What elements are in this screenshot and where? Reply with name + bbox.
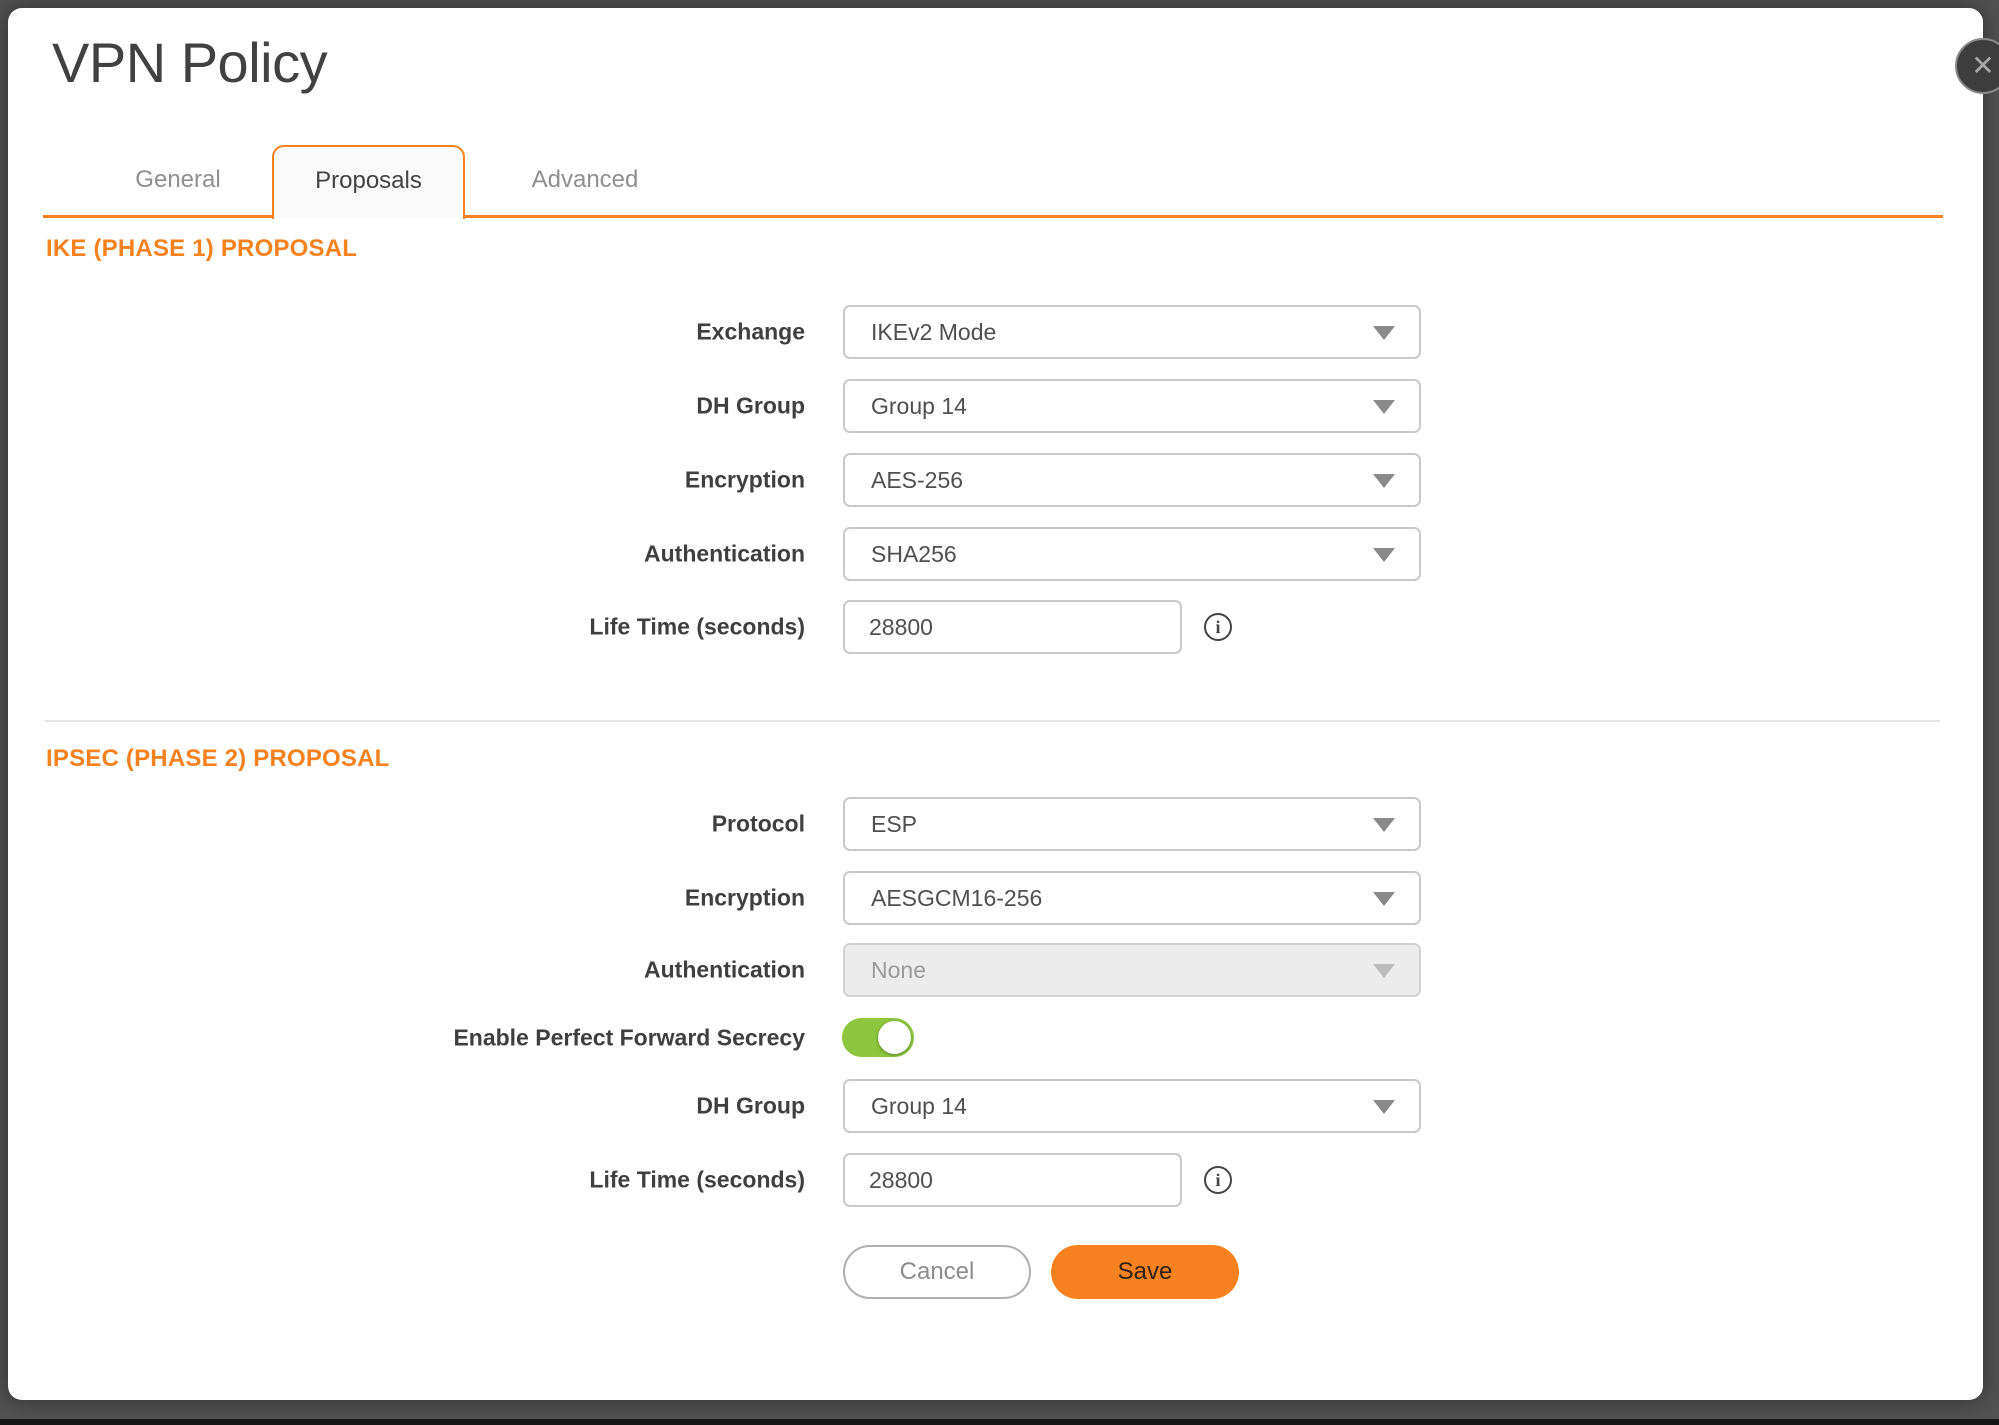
ipsec-life-time-row: Life Time (seconds) i [8, 1153, 1983, 1207]
ike-dh-group-select[interactable]: Group 14 [843, 379, 1421, 433]
ike-authentication-label: Authentication [644, 541, 805, 568]
pfs-row: Enable Perfect Forward Secrecy [8, 1016, 1983, 1059]
info-icon-glyph: i [1215, 617, 1220, 638]
ipsec-authentication-label: Authentication [644, 957, 805, 984]
exchange-row: Exchange IKEv2 Mode [8, 305, 1983, 359]
ike-authentication-value: SHA256 [871, 541, 957, 568]
dropdown-arrow-icon [1373, 474, 1395, 488]
dropdown-arrow-icon [1373, 964, 1395, 978]
cancel-button[interactable]: Cancel [843, 1245, 1031, 1299]
ike-encryption-select[interactable]: AES-256 [843, 453, 1421, 507]
exchange-label: Exchange [696, 319, 805, 346]
ipsec-life-time-label: Life Time (seconds) [589, 1167, 805, 1194]
ipsec-dh-group-label: DH Group [696, 1093, 805, 1120]
info-icon-glyph: i [1215, 1170, 1220, 1191]
backdrop-bottom-strip [0, 1419, 1999, 1425]
ipsec-encryption-value: AESGCM16-256 [871, 885, 1042, 912]
ike-life-time-label: Life Time (seconds) [589, 614, 805, 641]
close-button[interactable]: ✕ [1955, 38, 1999, 94]
dropdown-arrow-icon [1373, 818, 1395, 832]
info-icon[interactable]: i [1204, 613, 1232, 641]
protocol-select[interactable]: ESP [843, 797, 1421, 851]
ipsec-authentication-row: Authentication None [8, 943, 1983, 997]
ike-section-heading: IKE (PHASE 1) PROPOSAL [46, 235, 357, 263]
ipsec-authentication-select-disabled: None [843, 943, 1421, 997]
dropdown-arrow-icon [1373, 400, 1395, 414]
ike-dh-group-label: DH Group [696, 393, 805, 420]
dropdown-arrow-icon [1373, 1100, 1395, 1114]
ike-life-time-input[interactable] [843, 600, 1182, 654]
ipsec-dh-group-row: DH Group Group 14 [8, 1079, 1983, 1133]
ipsec-authentication-value: None [871, 957, 926, 984]
ike-dh-group-value: Group 14 [871, 393, 967, 420]
ipsec-encryption-select[interactable]: AESGCM16-256 [843, 871, 1421, 925]
dropdown-arrow-icon [1373, 548, 1395, 562]
dropdown-arrow-icon [1373, 326, 1395, 340]
ipsec-section-heading: IPSEC (PHASE 2) PROPOSAL [46, 745, 390, 773]
tab-advanced[interactable]: Advanced [485, 145, 685, 215]
ike-authentication-select[interactable]: SHA256 [843, 527, 1421, 581]
ike-encryption-label: Encryption [685, 467, 805, 494]
close-icon: ✕ [1971, 52, 1994, 80]
ipsec-encryption-label: Encryption [685, 885, 805, 912]
ipsec-dh-group-value: Group 14 [871, 1093, 967, 1120]
section-divider [45, 720, 1940, 722]
ike-dh-group-row: DH Group Group 14 [8, 379, 1983, 433]
ike-encryption-value: AES-256 [871, 467, 963, 494]
tab-proposals[interactable]: Proposals [272, 145, 465, 219]
save-button[interactable]: Save [1051, 1245, 1239, 1299]
ike-life-time-row: Life Time (seconds) i [8, 600, 1983, 654]
ike-encryption-row: Encryption AES-256 [8, 453, 1983, 507]
pfs-label: Enable Perfect Forward Secrecy [453, 1024, 805, 1051]
vpn-policy-dialog: VPN Policy ✕ General Proposals Advanced … [8, 8, 1983, 1400]
protocol-row: Protocol ESP [8, 797, 1983, 851]
dropdown-arrow-icon [1373, 892, 1395, 906]
info-icon[interactable]: i [1204, 1166, 1232, 1194]
toggle-knob [878, 1021, 911, 1054]
exchange-value: IKEv2 Mode [871, 319, 996, 346]
ipsec-life-time-input[interactable] [843, 1153, 1182, 1207]
ipsec-dh-group-select[interactable]: Group 14 [843, 1079, 1421, 1133]
tab-general[interactable]: General [83, 145, 273, 215]
exchange-select[interactable]: IKEv2 Mode [843, 305, 1421, 359]
protocol-value: ESP [871, 811, 917, 838]
ike-authentication-row: Authentication SHA256 [8, 527, 1983, 581]
page-title: VPN Policy [52, 30, 327, 95]
ipsec-encryption-row: Encryption AESGCM16-256 [8, 871, 1983, 925]
pfs-toggle[interactable] [842, 1018, 914, 1057]
protocol-label: Protocol [712, 811, 805, 838]
